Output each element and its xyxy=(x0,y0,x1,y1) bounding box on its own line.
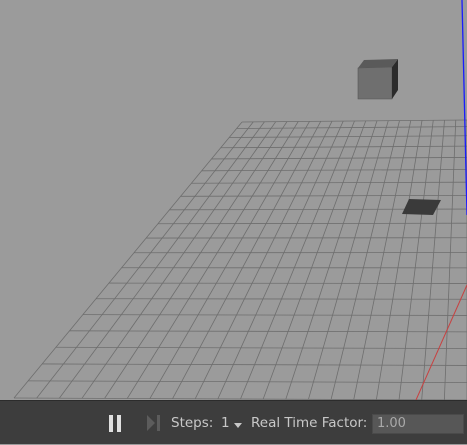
simulation-toolbar: Steps: 1 Real Time Factor: 1.00 xyxy=(0,400,467,444)
grid-line xyxy=(59,122,264,398)
dark-square-model[interactable] xyxy=(402,199,441,215)
step-forward-icon xyxy=(146,414,162,432)
box-model[interactable] xyxy=(358,59,398,99)
pause-button[interactable] xyxy=(104,401,126,445)
real-time-factor-field[interactable]: 1.00 xyxy=(372,414,464,434)
grid-line xyxy=(37,122,254,398)
grid-line xyxy=(105,122,287,399)
ground-grid xyxy=(14,120,467,400)
steps-label: Steps: xyxy=(171,401,213,445)
grid-line xyxy=(376,120,422,399)
grid-line xyxy=(422,120,445,400)
grid-line xyxy=(127,122,298,399)
pause-icon xyxy=(109,415,113,432)
grid-line xyxy=(14,122,242,398)
grid-line xyxy=(218,121,343,399)
grid-line xyxy=(308,121,388,400)
3d-viewport[interactable] xyxy=(0,0,467,400)
grid-line xyxy=(399,120,433,399)
pause-icon-bar xyxy=(117,415,121,432)
real-time-factor-label: Real Time Factor: xyxy=(251,401,367,445)
steps-dropdown[interactable]: 1 xyxy=(221,401,242,445)
scene-canvas xyxy=(0,0,467,400)
steps-value: 1 xyxy=(221,415,230,431)
grid-line xyxy=(354,121,411,400)
grid-line xyxy=(331,121,399,400)
chevron-down-icon xyxy=(234,423,242,428)
grid-line xyxy=(241,121,355,399)
grid-line xyxy=(263,121,366,399)
grid-line xyxy=(150,121,310,398)
z-axis-line xyxy=(462,0,467,215)
grid-line xyxy=(444,120,455,400)
grid-line xyxy=(286,121,377,399)
step-button[interactable] xyxy=(145,401,163,445)
grid-line xyxy=(195,121,332,399)
